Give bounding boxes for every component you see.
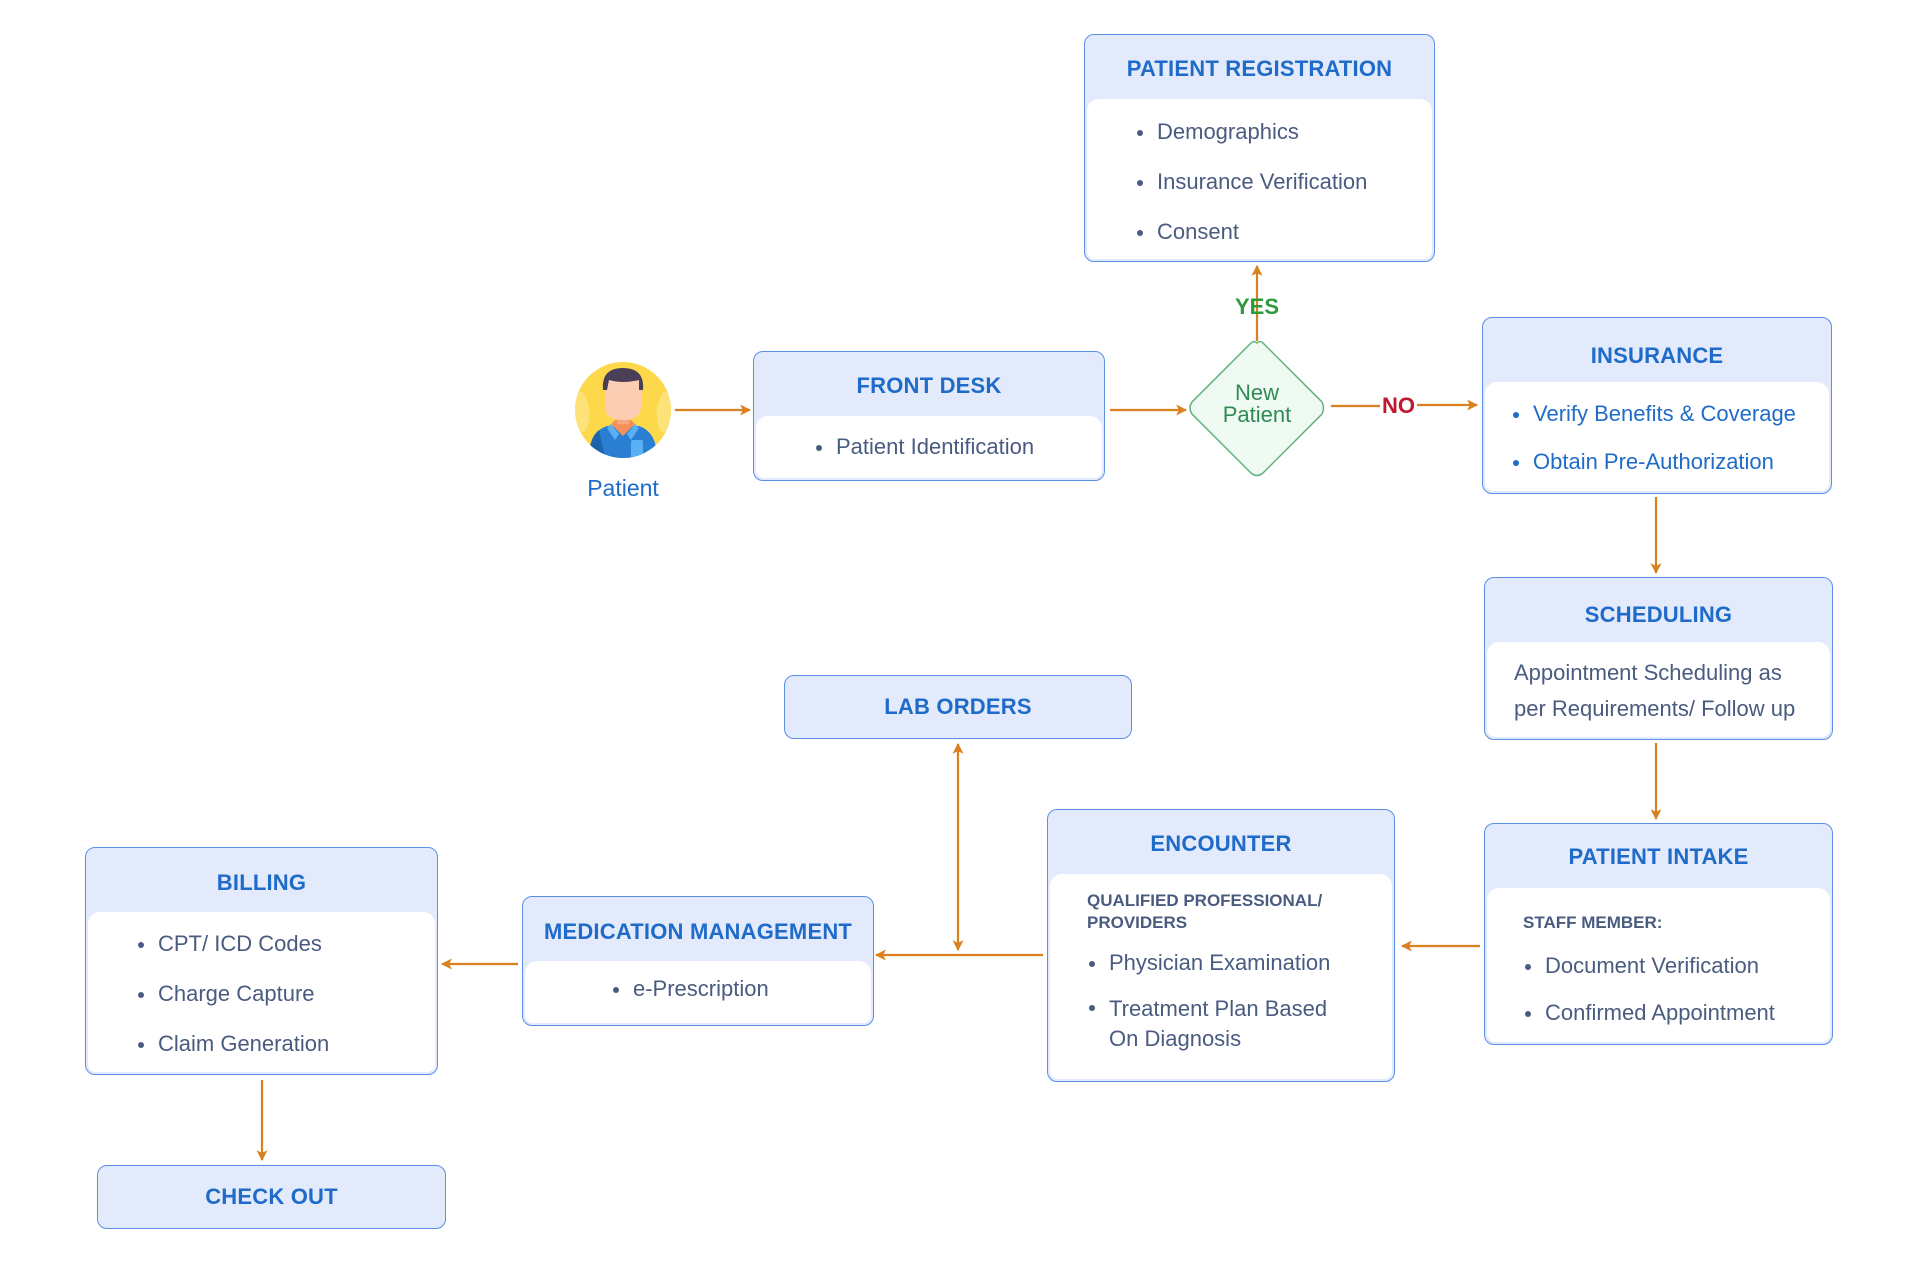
list-item: CPT/ ICD Codes bbox=[136, 931, 329, 957]
list-item: Obtain Pre-Authorization bbox=[1511, 449, 1796, 475]
no-label: NO bbox=[1382, 393, 1415, 418]
list-item: Confirmed Appointment bbox=[1523, 1000, 1775, 1026]
patient-actor[interactable]: Patient bbox=[575, 362, 671, 502]
list-item: Demographics bbox=[1135, 119, 1367, 145]
list-item-continuation: On Diagnosis bbox=[1109, 1026, 1242, 1051]
list-item: Patient Identification bbox=[814, 434, 1034, 460]
decision-label-line2: Patient bbox=[1222, 402, 1292, 427]
list-item: Verify Benefits & Coverage bbox=[1511, 401, 1796, 427]
list-item: e-Prescription bbox=[611, 976, 769, 1002]
node-insurance[interactable]: INSURANCE Verify Benefits & Coverage Obt… bbox=[1482, 317, 1832, 494]
node-encounter-title: ENCOUNTER bbox=[1150, 831, 1292, 856]
node-billing[interactable]: BILLING CPT/ ICD Codes Charge Capture Cl… bbox=[85, 847, 438, 1075]
patient-label: Patient bbox=[587, 475, 659, 501]
decision-label-line1: New bbox=[1234, 380, 1279, 405]
scheduling-text-line2: per Requirements/ Follow up bbox=[1514, 696, 1796, 721]
node-front-desk-title: FRONT DESK bbox=[856, 373, 1002, 398]
list-item: Consent bbox=[1135, 219, 1367, 245]
node-patient-intake-title: PATIENT INTAKE bbox=[1568, 844, 1749, 869]
yes-label: YES bbox=[1235, 294, 1280, 319]
node-medication-management[interactable]: MEDICATION MANAGEMENT e-Prescription bbox=[522, 896, 874, 1026]
list-item: Treatment Plan Based bbox=[1087, 994, 1330, 1024]
list-item: Physician Examination bbox=[1087, 950, 1330, 976]
patient-avatar-icon bbox=[575, 362, 671, 458]
node-encounter[interactable]: ENCOUNTER QUALIFIED PROFESSIONAL/ PROVID… bbox=[1047, 809, 1395, 1082]
list-item: Document Verification bbox=[1523, 953, 1775, 979]
node-medication-management-title: MEDICATION MANAGEMENT bbox=[543, 919, 853, 944]
node-front-desk[interactable]: FRONT DESK Patient Identification bbox=[753, 351, 1105, 481]
scheduling-text-line1: Appointment Scheduling as bbox=[1514, 660, 1782, 685]
list-item: Claim Generation bbox=[136, 1031, 329, 1057]
node-scheduling[interactable]: SCHEDULING Appointment Scheduling as per… bbox=[1484, 577, 1833, 740]
node-scheduling-title: SCHEDULING bbox=[1584, 602, 1733, 627]
node-billing-title: BILLING bbox=[216, 870, 307, 895]
encounter-subtitle-line2: PROVIDERS bbox=[1087, 913, 1188, 932]
decision-label: New Patient bbox=[1190, 382, 1324, 426]
node-patient-registration[interactable]: PATIENT REGISTRATION Demographics Insura… bbox=[1084, 34, 1435, 262]
node-insurance-title: INSURANCE bbox=[1590, 343, 1724, 368]
node-patient-intake[interactable]: PATIENT INTAKE STAFF MEMBER: Document Ve… bbox=[1484, 823, 1833, 1045]
list-item: Insurance Verification bbox=[1135, 169, 1367, 195]
node-patient-registration-title: PATIENT REGISTRATION bbox=[1126, 56, 1393, 81]
encounter-subtitle-line1: QUALIFIED PROFESSIONAL/ bbox=[1087, 891, 1323, 910]
patient-intake-subtitle: STAFF MEMBER: bbox=[1523, 913, 1663, 932]
list-item: Charge Capture bbox=[136, 981, 329, 1007]
node-check-out-title: CHECK OUT bbox=[205, 1184, 338, 1209]
node-check-out[interactable]: CHECK OUT bbox=[97, 1165, 446, 1229]
node-lab-orders-title: LAB ORDERS bbox=[884, 694, 1032, 719]
node-lab-orders[interactable]: LAB ORDERS bbox=[784, 675, 1132, 739]
